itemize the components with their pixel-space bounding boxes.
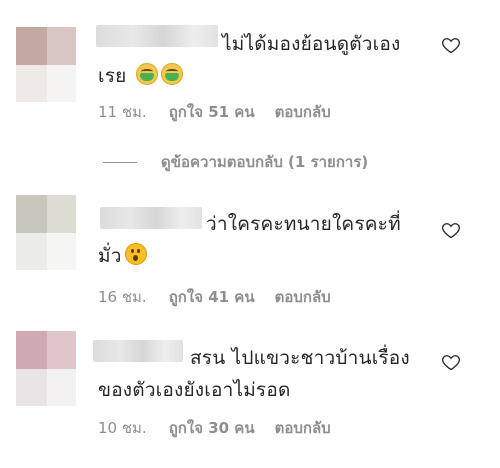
comment-text-line-1: สรน ไปแขวะชาวบ้านเรื่อง [190,347,410,369]
comment-text-line-2: ของตัวเองยังเอาไม่รอด [98,379,291,401]
comment-text-line-2: เรย [98,60,428,92]
reply-button[interactable]: ตอบกลับ [275,100,331,124]
avatar[interactable] [16,331,76,406]
comment-time: 16 ชม. [98,288,147,306]
comment-meta: 16 ชม. ถูกใจ 41 คน ตอบกลับ [98,285,351,306]
view-replies-label: ดูข้อความตอบกลับ (1 รายการ) [161,153,369,171]
avatar-pixel [16,368,48,406]
heart-icon[interactable] [441,35,461,55]
comment-text-line-1: ไม่ได้มองย้อนดูตัวเอง [222,33,401,55]
heart-icon[interactable] [441,352,461,372]
comment-text: ไม่ได้มองย้อนดูตัวเอง เรย [98,28,428,92]
comment-text-line-2: มั่ว [98,240,428,272]
avatar[interactable] [16,27,76,102]
comment-meta: 11 ชม. ถูกใจ 51 คน ตอบกลับ [98,100,351,121]
avatar-pixel [47,27,76,65]
astonished-face-icon [124,243,147,265]
nauseated-face-icon [160,63,183,85]
avatar-pixel [16,195,48,233]
avatar-pixel [47,331,76,369]
comment-meta: 10 ชม. ถูกใจ 30 คน ตอบกลับ [98,416,351,437]
nauseated-face-icon [135,63,158,85]
comment-time: 11 ชม. [98,103,147,121]
replies-divider [103,162,137,163]
avatar-pixel [47,368,76,406]
comment-time: 10 ชม. [98,419,147,437]
likes-count[interactable]: ถูกใจ 41 คน [169,285,255,309]
avatar-pixel [47,195,76,233]
comment-text: สรน ไปแขวะชาวบ้านเรื่อง ของตัวเองยังเอาไ… [98,342,428,406]
avatar-pixel [16,232,48,270]
avatar-pixel [47,64,76,102]
avatar-pixel [47,232,76,270]
avatar-pixel [16,331,48,369]
avatar-pixel [16,64,48,102]
comment-text-line-1: ว่าใครคะทนายใครคะที่ [206,213,401,235]
reply-button[interactable]: ตอบกลับ [275,285,331,309]
reply-button[interactable]: ตอบกลับ [275,416,331,440]
likes-count[interactable]: ถูกใจ 51 คน [169,100,255,124]
likes-count[interactable]: ถูกใจ 30 คน [169,416,255,440]
comment-text: ว่าใครคะทนายใครคะที่ มั่ว [98,208,428,272]
avatar-pixel [16,27,48,65]
avatar[interactable] [16,195,76,270]
view-replies-button[interactable]: ดูข้อความตอบกลับ (1 รายการ) [103,150,369,171]
heart-icon[interactable] [441,220,461,240]
